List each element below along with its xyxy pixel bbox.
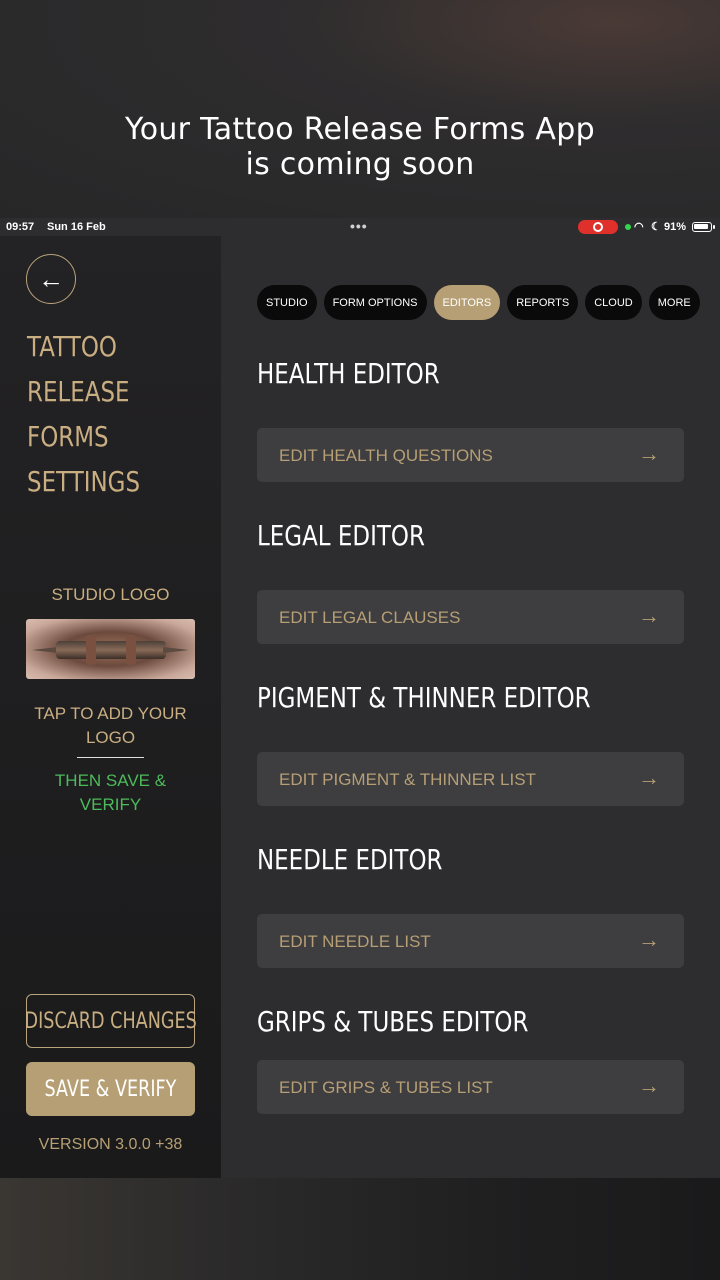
promo-title-line-2: is coming soon [245,147,475,182]
grips-tubes-editor-heading: GRIPS & TUBES EDITOR [257,1005,529,1038]
status-date: Sun 16 Feb [47,221,106,233]
studio-logo-label: STUDIO LOGO [51,585,170,604]
wifi-icon: ◠ [634,221,644,233]
sidebar-title-line: RELEASE [27,375,130,408]
arrow-right-icon: → [638,441,660,466]
back-button[interactable]: ← [26,254,76,304]
health-editor-heading: HEALTH EDITOR [257,357,440,390]
status-bar: 09:57 Sun 16 Feb ••• ◠ ☾ 91% [0,218,720,236]
discard-changes-button[interactable]: DISCARD CHANGES [24,994,197,1048]
logo-needle-tip-left [32,647,58,653]
main-content: STUDIO FORM OPTIONS EDITORS REPORTS CLOU… [221,236,720,1178]
arrow-left-icon: ← [38,263,64,294]
logo-machine-barrel [56,641,166,659]
logo-machine-band [86,635,96,665]
edit-legal-clauses-label: EDIT LEGAL CLAUSES [279,608,461,627]
studio-logo-image[interactable] [26,619,195,679]
tab-more[interactable]: MORE [648,285,700,320]
bottom-backdrop [0,1178,720,1280]
arrow-right-icon: → [638,927,660,952]
arrow-right-icon: → [638,1073,660,1098]
tab-bar: STUDIO FORM OPTIONS EDITORS REPORTS CLOU… [257,285,700,320]
logo-needle-tip-right [163,647,189,653]
tab-editors[interactable]: EDITORS [433,285,501,320]
tab-cloud[interactable]: CLOUD [585,285,642,320]
divider [77,757,144,758]
arrow-right-icon: → [638,603,660,628]
edit-pigment-thinner-list-button[interactable]: EDIT PIGMENT & THINNER LIST → [257,752,684,806]
tab-form-options[interactable]: FORM OPTIONS [323,285,427,320]
then-save-verify-text: THEN SAVE & VERIFY [54,771,167,814]
status-time: 09:57 [6,221,35,233]
needle-editor-heading: NEEDLE EDITOR [257,843,443,876]
multitasking-dots-icon[interactable]: ••• [350,218,368,234]
save-verify-label: SAVE & VERIFY [44,1076,177,1102]
sidebar-title-line: FORMS [27,420,109,453]
promo-title: Your Tattoo Release Forms App is coming … [0,112,720,182]
moon-icon: ☾ [651,221,661,233]
promo-banner [0,0,720,218]
sidebar: ← TATTOO RELEASE FORMS SETTINGS STUDIO L… [0,236,221,1178]
tab-reports[interactable]: REPORTS [507,285,579,320]
app-screenshot: 09:57 Sun 16 Feb ••• ◠ ☾ 91% ← TATTOO RE… [0,218,720,1178]
battery-icon [692,222,715,232]
edit-needle-list-button[interactable]: EDIT NEEDLE LIST → [257,914,684,968]
version-label: VERSION 3.0.0 +38 [38,1136,183,1153]
tap-to-add-logo-text: TAP TO ADD YOUR LOGO [34,704,187,747]
save-verify-button[interactable]: SAVE & VERIFY [26,1062,195,1116]
pigment-thinner-editor-heading: PIGMENT & THINNER EDITOR [257,681,591,714]
arrow-right-icon: → [638,765,660,790]
camera-indicator-icon [625,224,631,230]
battery-percentage: 91% [664,221,687,233]
edit-legal-clauses-button[interactable]: EDIT LEGAL CLAUSES → [257,590,684,644]
sidebar-title-line: TATTOO [27,330,117,363]
screen-recording-icon[interactable] [578,220,618,234]
sidebar-title: TATTOO RELEASE FORMS SETTINGS [27,324,140,504]
tab-studio[interactable]: STUDIO [257,285,317,320]
logo-machine-band [126,635,136,665]
edit-pigment-thinner-list-label: EDIT PIGMENT & THINNER LIST [279,770,536,789]
discard-changes-label: DISCARD CHANGES [24,1008,197,1034]
legal-editor-heading: LEGAL EDITOR [257,519,425,552]
edit-grips-tubes-list-button[interactable]: EDIT GRIPS & TUBES LIST → [257,1060,684,1114]
edit-health-questions-button[interactable]: EDIT HEALTH QUESTIONS → [257,428,684,482]
sidebar-title-line: SETTINGS [27,465,141,498]
promo-title-line-1: Your Tattoo Release Forms App [125,112,595,147]
edit-grips-tubes-list-label: EDIT GRIPS & TUBES LIST [279,1078,493,1097]
edit-needle-list-label: EDIT NEEDLE LIST [279,932,431,951]
edit-health-questions-label: EDIT HEALTH QUESTIONS [279,446,493,465]
